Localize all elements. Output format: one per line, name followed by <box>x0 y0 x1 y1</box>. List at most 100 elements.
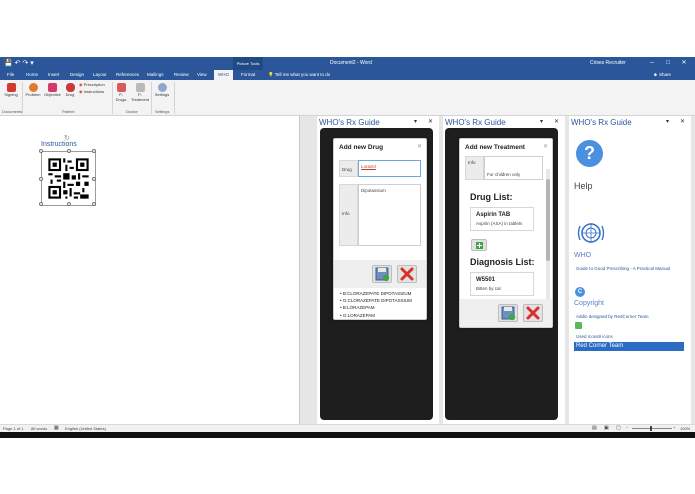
diagnosis-list-item[interactable]: W5501 Bitten by cat <box>470 272 534 296</box>
zoom-slider-thumb[interactable] <box>650 426 652 431</box>
tab-home[interactable]: Home <box>26 70 38 80</box>
signing-button[interactable]: Signing <box>3 83 19 98</box>
resize-handle[interactable] <box>92 177 96 181</box>
tab-review[interactable]: Review <box>174 70 189 80</box>
save-icon <box>501 306 516 321</box>
tab-file[interactable]: File <box>7 70 14 80</box>
pane-options-icon[interactable]: ▾ <box>540 118 543 125</box>
tab-layout[interactable]: Layout <box>93 70 107 80</box>
share-button[interactable]: ☻ Share <box>653 70 671 80</box>
pane-close-icon[interactable]: ✕ <box>680 118 685 125</box>
dialog-title: Add new Treatment <box>465 144 525 151</box>
scrollbar-thumb[interactable] <box>546 179 550 261</box>
pane-options-icon[interactable]: ▾ <box>414 118 417 125</box>
diagnosis-code: W5501 <box>476 277 496 283</box>
p-drugs-label: P-Drugs <box>115 92 127 102</box>
settings-button[interactable]: Settings <box>153 83 171 98</box>
help-question-icon[interactable]: ? <box>576 140 603 167</box>
quick-access-toolbar[interactable]: 💾 ↶ ↷ ▾ <box>4 60 34 67</box>
pane-close-icon[interactable]: ✕ <box>554 118 559 125</box>
tab-who[interactable]: WHO <box>214 70 233 80</box>
add-drug-button[interactable] <box>471 239 487 251</box>
resize-handle[interactable] <box>92 202 96 206</box>
p-drugs-button[interactable]: P-Drugs <box>114 83 128 102</box>
signing-label: Signing <box>4 92 18 97</box>
resize-handle[interactable] <box>67 202 71 206</box>
web-layout-icon[interactable]: ▢ <box>616 425 621 431</box>
add-drug-dialog: Add new Drug ✕ Drug Lorazel Info Dipotas… <box>333 138 427 320</box>
dialog-footer <box>460 299 552 327</box>
resize-handle[interactable] <box>39 149 43 153</box>
ribbon-who: Signing Documents Problem Objective Drug… <box>0 80 695 116</box>
info-textarea[interactable]: Dipotassium <box>358 184 421 246</box>
guide-link[interactable]: Guide to Good Prescribing - A Practical … <box>576 266 670 271</box>
tab-design[interactable]: Design <box>70 70 84 80</box>
title-bar: 💾 ↶ ↷ ▾ Picture Tools Document2 - Word C… <box>0 57 695 70</box>
resize-handle[interactable] <box>67 149 71 153</box>
result-label: G:CLORAZEPATE DIPOTASSIUM <box>342 298 412 304</box>
delete-button[interactable] <box>397 265 417 283</box>
delete-button[interactable] <box>523 304 543 322</box>
objective-icon <box>48 83 57 92</box>
taskbar <box>0 432 695 438</box>
info-field-label: Info <box>465 156 484 180</box>
resize-handle[interactable] <box>39 202 43 206</box>
qr-code-icon <box>42 152 95 205</box>
tab-format[interactable]: Format <box>241 70 255 80</box>
scrollbar[interactable] <box>546 169 550 307</box>
instructions-button[interactable]: ◉ Instructions <box>79 89 105 95</box>
language-indicator[interactable]: English (United States) <box>65 426 106 431</box>
close-window-icon[interactable]: ✕ <box>678 57 690 70</box>
word-count[interactable]: 86 words <box>31 426 47 431</box>
pane-header: WHO's Rx Guide ▾ ✕ <box>317 116 439 128</box>
save-button[interactable] <box>372 265 392 283</box>
prescription-icon: ◉ <box>79 82 83 87</box>
settings-label: Settings <box>154 92 170 97</box>
p-treatment-button[interactable]: P-Treatment <box>130 83 150 102</box>
drug-input[interactable]: Lorazel <box>358 160 421 177</box>
proofing-icon[interactable]: ▦ <box>54 425 59 431</box>
maximize-icon[interactable]: □ <box>662 57 674 70</box>
group-settings-label: Settings <box>155 109 170 114</box>
instructions-label: Instructions <box>83 89 105 94</box>
tab-view[interactable]: View <box>197 70 207 80</box>
info-textarea[interactable]: For children only <box>484 156 543 180</box>
read-mode-icon[interactable]: ▤ <box>592 425 597 431</box>
resize-handle[interactable] <box>39 177 43 181</box>
zoom-in-icon[interactable]: + <box>673 425 675 430</box>
resize-handle[interactable] <box>92 149 96 153</box>
tab-mailings[interactable]: Mailings <box>147 70 164 80</box>
drug-button[interactable]: Drug <box>64 83 76 98</box>
zoom-level[interactable]: 100% <box>680 426 690 431</box>
icons8-link[interactable]: Used Icons8 icons <box>576 334 613 339</box>
team-bar: Red Corner Team <box>574 342 684 351</box>
zoom-slider[interactable] <box>632 428 672 429</box>
tab-references[interactable]: References <box>116 70 139 80</box>
addin-credit-link[interactable]: Addin designed by RedCorner Team <box>576 314 648 319</box>
save-button[interactable] <box>498 304 518 322</box>
document-page[interactable]: ↻ Instructions <box>0 116 300 424</box>
list-item[interactable]: • G:CLORAZEPATE DIPOTASSIUM <box>340 297 412 304</box>
p-treatment-label: P-Treatment <box>130 92 150 102</box>
dialog-close-icon[interactable]: ✕ <box>543 143 548 150</box>
tell-me-search[interactable]: 💡 Tell me what you want to do <box>268 70 330 80</box>
objective-button[interactable]: Objective <box>43 83 62 98</box>
pane-options-icon[interactable]: ▾ <box>666 118 669 125</box>
minimize-icon[interactable]: ─ <box>646 57 658 70</box>
list-item[interactable]: • B:CLORAZEPATE DIPOTASSIUM <box>340 290 412 297</box>
zoom-out-icon[interactable]: − <box>626 425 628 430</box>
pill-icon <box>65 83 75 92</box>
dialog-close-icon[interactable]: ✕ <box>417 143 422 150</box>
list-item[interactable]: • G:LORAZEPAM <box>340 312 412 319</box>
tab-insert[interactable]: Insert <box>48 70 59 80</box>
problem-button[interactable]: Problem <box>25 83 41 98</box>
pane-close-icon[interactable]: ✕ <box>428 118 433 125</box>
page-count[interactable]: Page 1 of 1 <box>3 426 23 431</box>
drug-list-item[interactable]: Aspirin TAB Aspirin (ASA) in tablets <box>470 207 534 231</box>
list-item[interactable]: • B:LORAZEPAM <box>340 304 412 311</box>
qr-code-image[interactable] <box>39 149 96 206</box>
user-name[interactable]: Crises Recruiter <box>590 57 626 70</box>
prescription-button[interactable]: ◉ Prescription <box>79 82 105 88</box>
team-label: Red Corner Team <box>576 343 624 349</box>
print-layout-icon[interactable]: ▣ <box>604 425 609 431</box>
